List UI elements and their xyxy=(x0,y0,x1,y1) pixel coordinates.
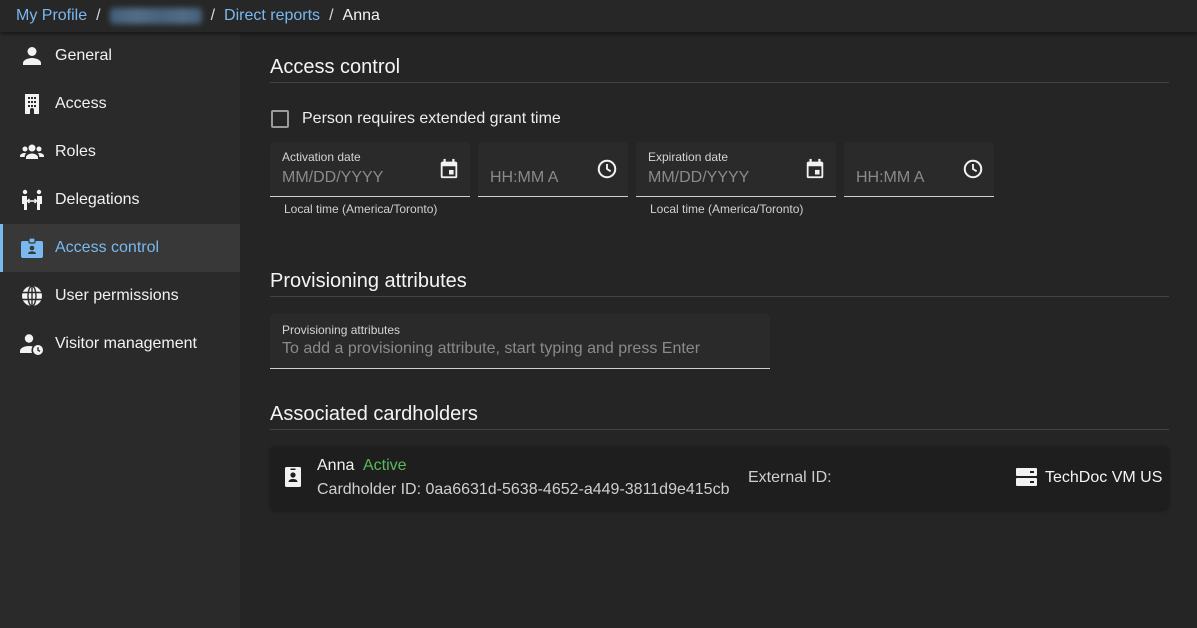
expiration-time-input[interactable]: HH:MM A xyxy=(856,169,924,187)
building-icon xyxy=(20,92,44,116)
breadcrumb-direct-reports[interactable]: Direct reports xyxy=(224,7,320,25)
sidebar-item-label: Roles xyxy=(55,143,96,160)
sidebar-item-label: User permissions xyxy=(55,287,179,304)
expiration-date-label: Expiration date xyxy=(648,150,729,164)
person-icon xyxy=(20,44,44,68)
sidebar-item-access-control[interactable]: Access control xyxy=(0,224,240,272)
badge-icon xyxy=(20,236,44,260)
expiration-time-field[interactable]: HH:MM A xyxy=(844,142,994,197)
provisioning-attributes-field[interactable]: Provisioning attributes xyxy=(270,314,770,369)
extended-grant-label: Person requires extended grant time xyxy=(302,110,561,127)
cardholder-name: Anna xyxy=(317,457,355,474)
activation-date-field[interactable]: Activation date MM/DD/YYYY xyxy=(270,142,470,197)
sidebar-item-general[interactable]: General xyxy=(0,32,240,80)
sidebar: General Access Roles Delegations Access … xyxy=(0,32,240,628)
person-clock-icon xyxy=(20,332,44,356)
clock-icon[interactable] xyxy=(596,158,618,180)
cardholder-external-id: External ID: xyxy=(748,469,832,486)
expiration-date-field[interactable]: Expiration date MM/DD/YYYY xyxy=(636,142,836,197)
sidebar-item-access[interactable]: Access xyxy=(0,80,240,128)
breadcrumb-separator: / xyxy=(96,7,101,24)
globe-icon xyxy=(20,284,44,308)
breadcrumb-my-profile[interactable]: My Profile xyxy=(16,7,87,25)
cardholder-card[interactable]: Anna Active Cardholder ID: 0aa6631d-5638… xyxy=(270,446,1169,510)
expiration-date-input[interactable]: MM/DD/YYYY xyxy=(648,169,749,187)
delegation-icon xyxy=(20,188,44,212)
sidebar-item-label: Delegations xyxy=(55,191,140,208)
sidebar-item-user-permissions[interactable]: User permissions xyxy=(0,272,240,320)
breadcrumb: My Profile / / Direct reports / Anna xyxy=(0,0,1197,32)
breadcrumb-separator: / xyxy=(329,7,334,24)
sidebar-item-visitor-management[interactable]: Visitor management xyxy=(0,320,240,368)
breadcrumb-separator: / xyxy=(210,7,216,24)
expiration-timezone-hint: Local time (America/Toronto) xyxy=(650,202,804,216)
sidebar-item-label: Access control xyxy=(55,239,160,256)
activation-time-field[interactable]: HH:MM A xyxy=(478,142,628,197)
activation-timezone-hint: Local time (America/Toronto) xyxy=(284,202,438,216)
sidebar-item-delegations[interactable]: Delegations xyxy=(0,176,240,224)
sidebar-item-roles[interactable]: Roles xyxy=(0,128,240,176)
cardholder-badge-icon xyxy=(285,467,301,487)
calendar-icon[interactable] xyxy=(804,158,826,180)
breadcrumb-current: Anna xyxy=(342,7,380,24)
activation-date-label: Activation date xyxy=(282,150,361,164)
extended-grant-checkbox-row[interactable]: Person requires extended grant time xyxy=(270,110,561,128)
activation-date-input[interactable]: MM/DD/YYYY xyxy=(282,169,383,187)
activation-time-input[interactable]: HH:MM A xyxy=(490,169,558,187)
cardholder-status-badge: Active xyxy=(363,457,407,474)
server-icon xyxy=(1016,468,1037,486)
sidebar-item-label: General xyxy=(55,47,112,64)
sidebar-item-label: Visitor management xyxy=(55,335,197,352)
clock-icon[interactable] xyxy=(962,158,984,180)
section-title-cardholders: Associated cardholders xyxy=(270,403,1169,430)
cardholder-server: TechDoc VM US xyxy=(1045,469,1163,486)
cardholder-id: Cardholder ID: 0aa6631d-5638-4652-a449-3… xyxy=(317,481,730,498)
group-icon xyxy=(20,140,44,164)
breadcrumb-manager-redacted[interactable] xyxy=(109,8,202,24)
sidebar-item-label: Access xyxy=(55,95,107,112)
provisioning-attributes-input[interactable] xyxy=(282,340,752,358)
provisioning-attributes-label: Provisioning attributes xyxy=(282,323,401,337)
extended-grant-checkbox[interactable] xyxy=(271,110,289,128)
calendar-icon[interactable] xyxy=(438,158,460,180)
section-title-access-control: Access control xyxy=(270,56,1169,83)
section-title-provisioning: Provisioning attributes xyxy=(270,270,1169,297)
